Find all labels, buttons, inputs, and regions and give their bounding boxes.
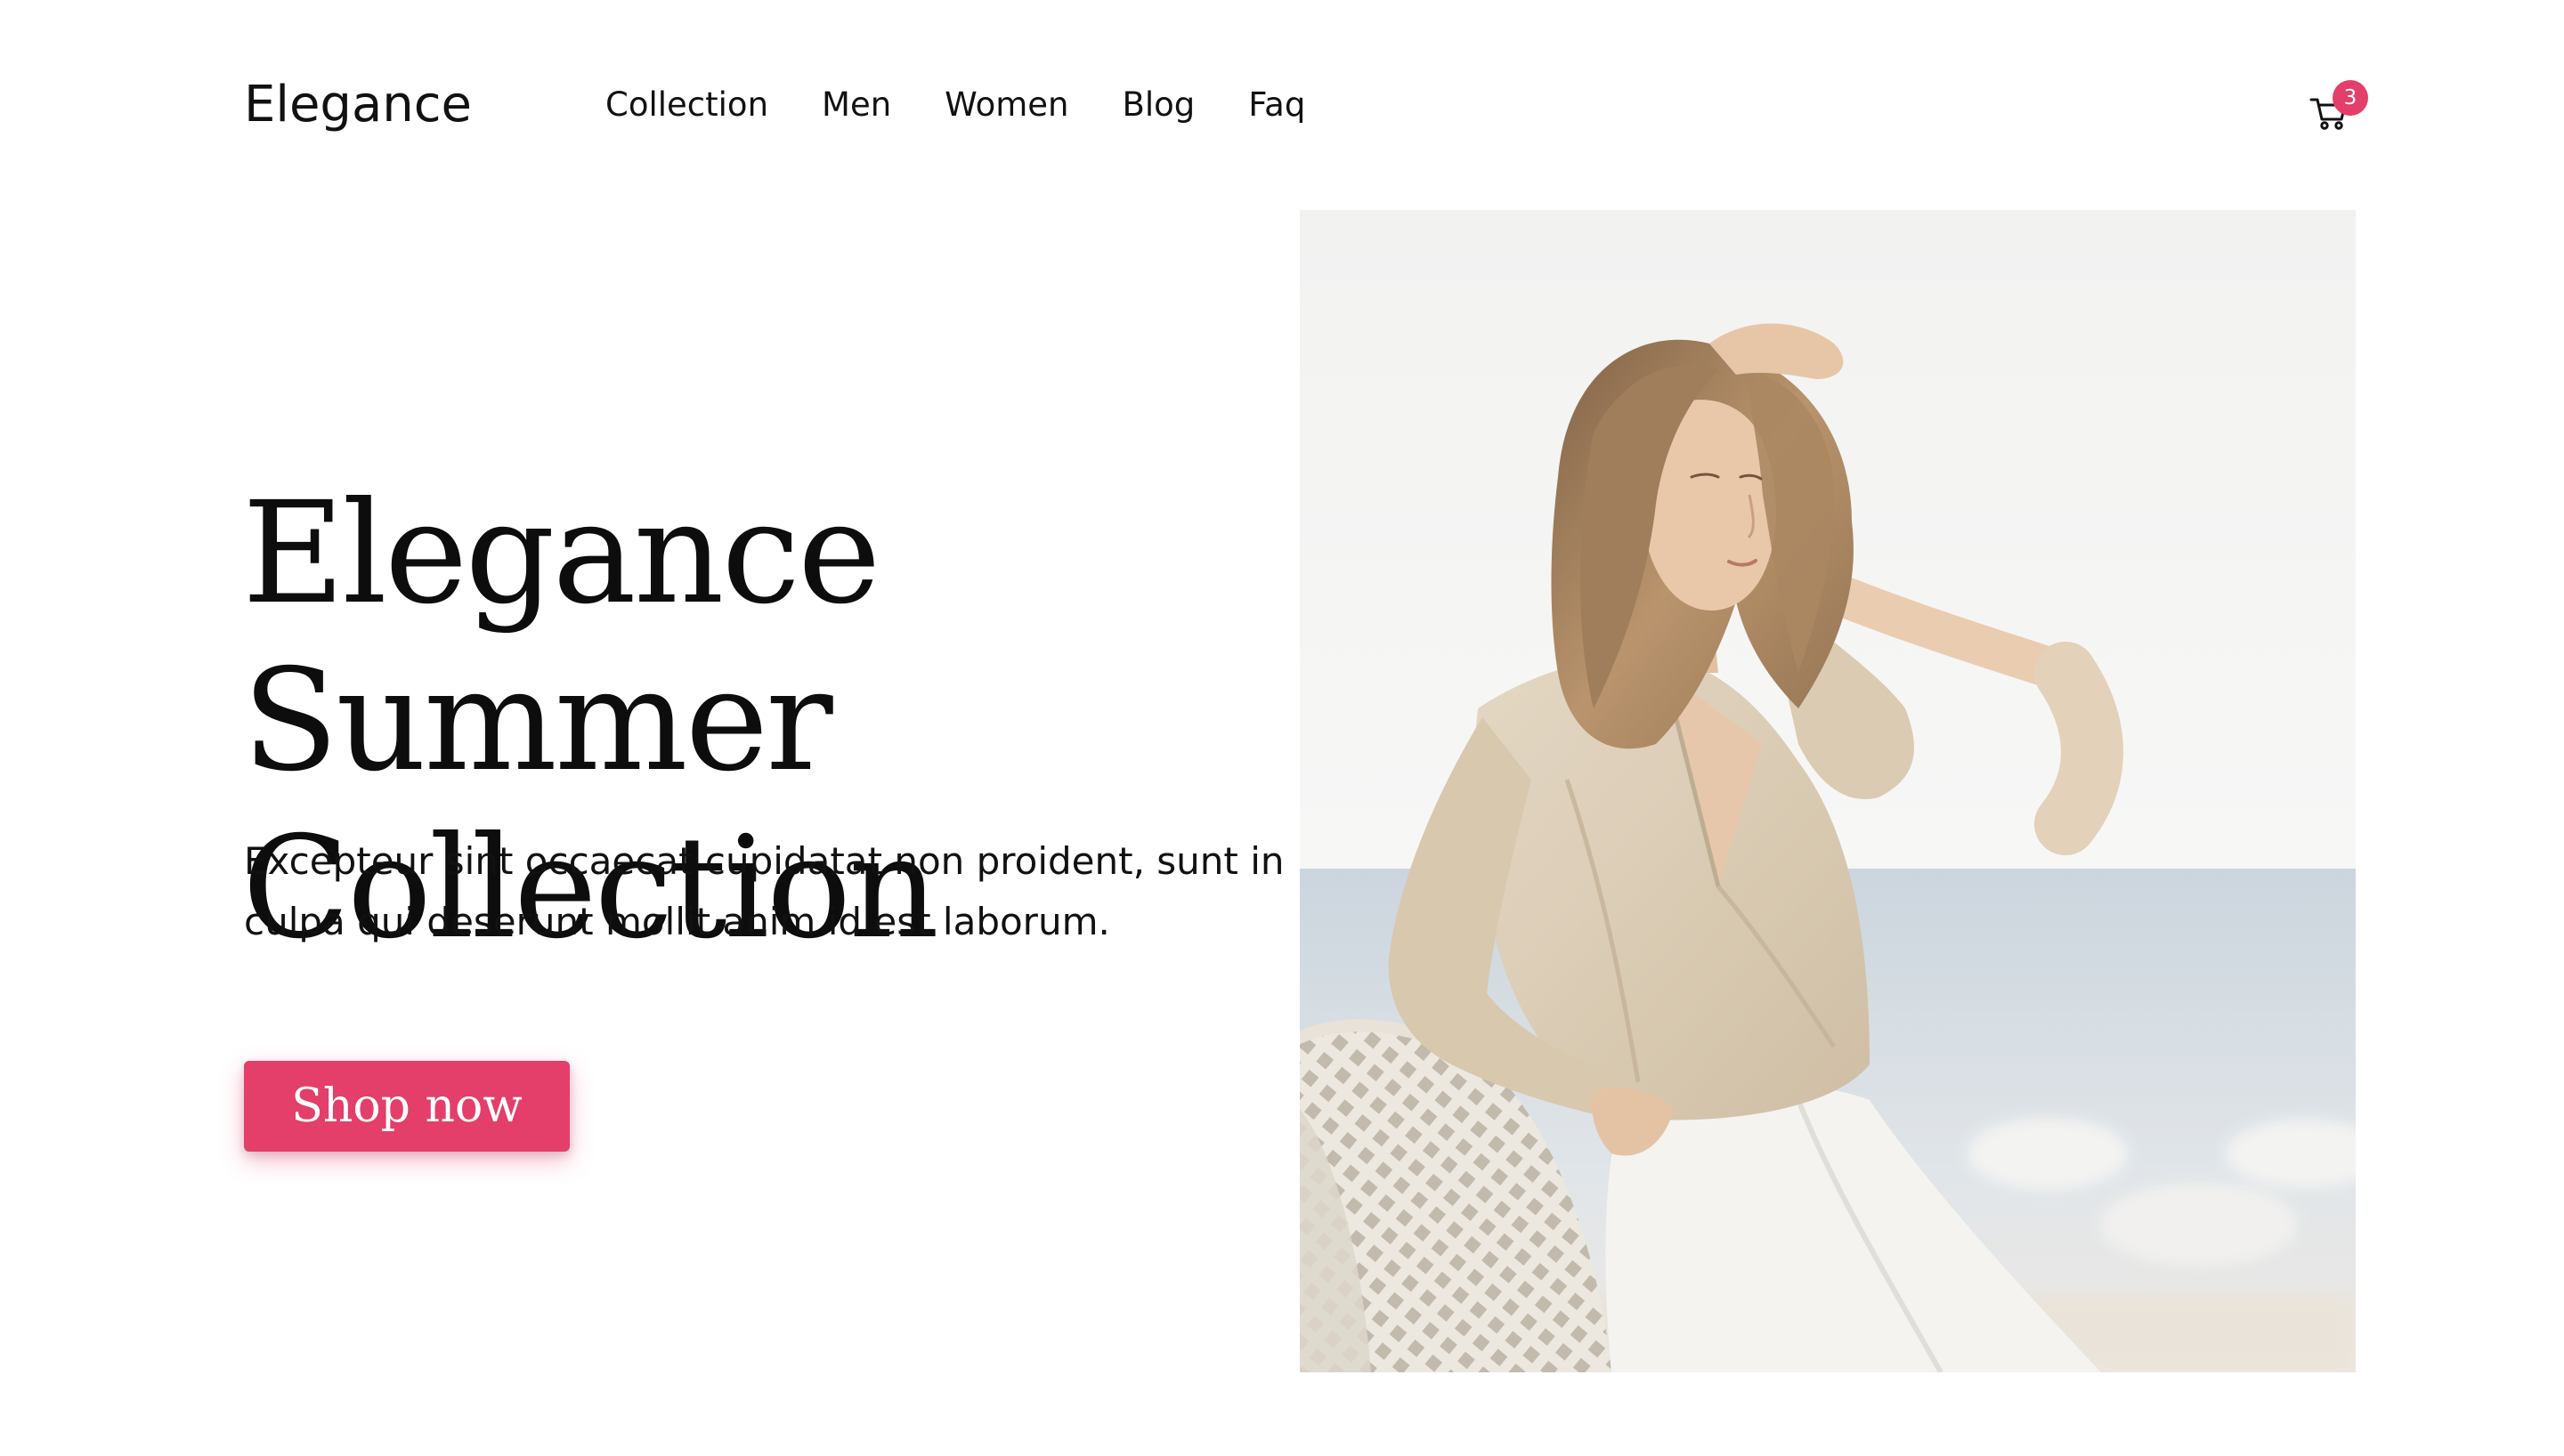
hero-description: Excepteur sint occaecat cupidatat non pr…	[244, 839, 1285, 943]
cart-count-badge: 3	[2333, 80, 2368, 116]
shop-now-button[interactable]: Shop now	[244, 1061, 570, 1152]
site-header: Elegance Collection Men Women Blog Faq 3	[0, 0, 2564, 210]
brand-logo[interactable]: Elegance	[244, 69, 472, 141]
nav-item-women[interactable]: Women	[945, 78, 1068, 132]
cart-button[interactable]: 3	[2304, 80, 2368, 139]
main-nav: Collection Men Women Blog Faq	[605, 78, 1305, 132]
nav-item-blog[interactable]: Blog	[1122, 78, 1195, 132]
hero-photo-illustration	[1300, 210, 2356, 1372]
hero-image	[1300, 210, 2356, 1372]
nav-item-collection[interactable]: Collection	[605, 78, 768, 132]
nav-item-men[interactable]: Men	[822, 78, 891, 132]
nav-item-faq[interactable]: Faq	[1248, 78, 1305, 132]
hero-title-line1: Elegance Summer	[242, 472, 880, 803]
